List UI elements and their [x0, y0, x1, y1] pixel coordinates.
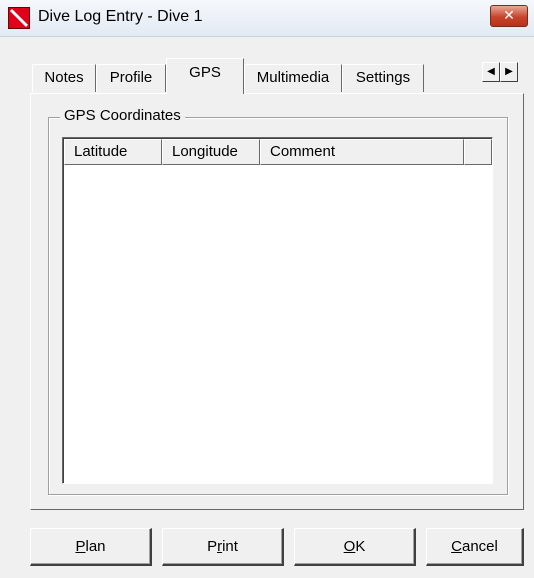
ok-button[interactable]: OK	[294, 528, 416, 566]
cancel-label-post: ancel	[461, 538, 498, 555]
column-header-latitude[interactable]: Latitude	[64, 139, 162, 165]
ok-label-post: K	[355, 538, 366, 555]
title-bar[interactable]: Dive Log Entry - Dive 1 ✕	[0, 0, 534, 37]
tab-profile-label: Profile	[109, 69, 153, 86]
window-title: Dive Log Entry - Dive 1	[38, 8, 203, 25]
ok-label-mnemonic: O	[343, 538, 356, 555]
print-button[interactable]: Print	[162, 528, 284, 566]
cancel-label-mnemonic: C	[451, 538, 462, 555]
tab-scroll-left-button[interactable]: ◀	[482, 62, 500, 82]
tab-notes[interactable]: Notes	[32, 64, 96, 92]
tab-profile[interactable]: Profile	[96, 64, 166, 92]
print-label-pre: P	[207, 538, 218, 555]
arrow-right-icon: ▶	[505, 66, 513, 77]
plan-label-mnemonic: P	[75, 538, 86, 555]
tab-multimedia-label: Multimedia	[256, 69, 330, 86]
plan-label-post: lan	[85, 538, 106, 555]
tab-notes-label: Notes	[44, 69, 84, 86]
arrow-left-icon: ◀	[487, 66, 495, 77]
tab-settings[interactable]: Settings	[342, 64, 424, 92]
print-label-post: int	[222, 538, 238, 555]
plan-button[interactable]: Plan	[30, 528, 152, 566]
column-label-latitude: Latitude	[74, 143, 128, 160]
column-header-filler	[464, 139, 492, 165]
column-header-comment[interactable]: Comment	[260, 139, 464, 165]
close-button[interactable]: ✕	[490, 5, 528, 27]
group-title: GPS Coordinates	[60, 107, 185, 124]
dive-log-entry-window: Dive Log Entry - Dive 1 ✕ Notes Profile …	[0, 0, 534, 578]
cancel-button[interactable]: Cancel	[426, 528, 524, 566]
gps-coordinates-list[interactable]: Latitude Longitude Comment	[62, 137, 493, 484]
tab-settings-label: Settings	[355, 69, 411, 86]
tab-scroll-right-button[interactable]: ▶	[500, 62, 518, 82]
column-header-longitude[interactable]: Longitude	[162, 139, 260, 165]
tab-multimedia[interactable]: Multimedia	[244, 64, 342, 92]
close-icon: ✕	[503, 7, 515, 23]
column-label-longitude: Longitude	[172, 143, 238, 160]
column-label-comment: Comment	[270, 143, 336, 160]
tab-gps[interactable]: GPS	[166, 58, 244, 94]
tab-gps-label: GPS	[189, 64, 221, 81]
dive-flag-icon	[8, 7, 30, 29]
